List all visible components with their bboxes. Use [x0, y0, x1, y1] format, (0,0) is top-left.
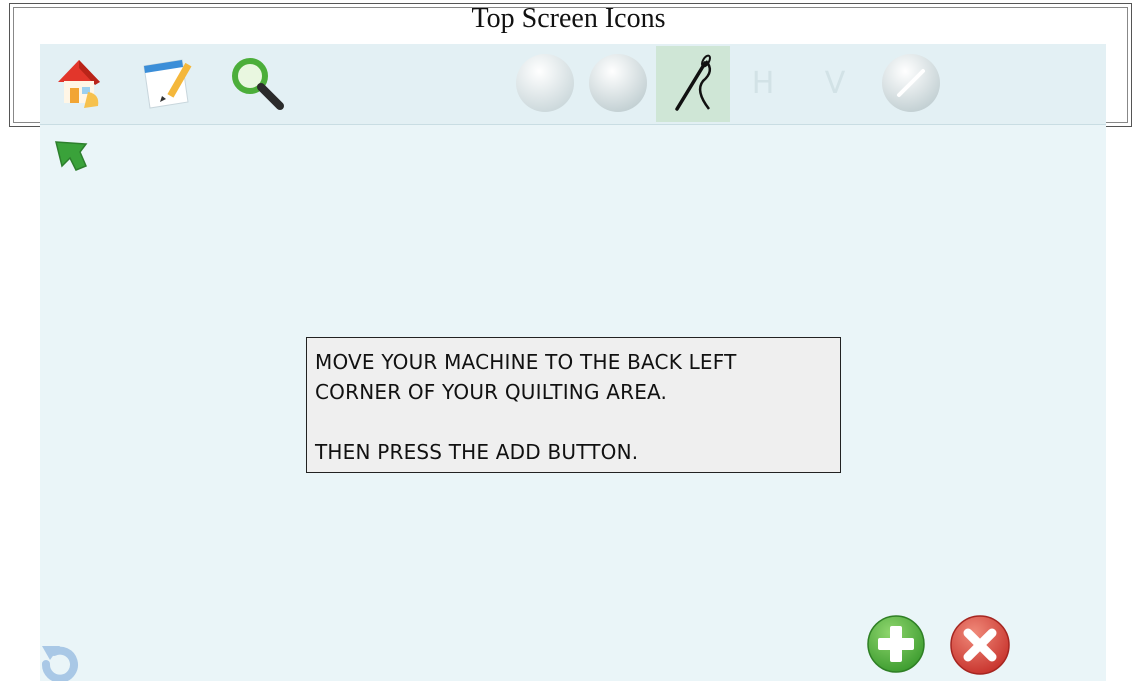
edit-button[interactable]	[134, 50, 200, 116]
notepad-pencil-icon	[143, 59, 192, 109]
home-button[interactable]	[46, 50, 112, 116]
v-label: V	[824, 65, 846, 101]
home-icon	[58, 60, 100, 108]
circle-button-icon	[516, 54, 574, 112]
undo-icon	[42, 646, 78, 681]
circle-button-2[interactable]	[585, 50, 651, 116]
top-toolbar: H V	[40, 44, 1106, 125]
app-screen: H V MOVE YOUR MACHINE TO THE BACK LEFT C…	[40, 44, 1106, 681]
arrow-up-left-icon	[55, 141, 88, 171]
instruction-line-2: CORNER OF YOUR QUILTING AREA.	[315, 380, 668, 404]
vertical-button[interactable]: V	[802, 50, 868, 116]
magnifier-icon	[232, 58, 284, 110]
annotation-title: Top Screen Icons	[471, 3, 666, 34]
search-button[interactable]	[224, 50, 290, 116]
plus-icon	[867, 615, 925, 673]
needle-button[interactable]	[656, 46, 730, 122]
horizontal-button[interactable]: H	[730, 50, 796, 116]
instruction-line-1: MOVE YOUR MACHINE TO THE BACK LEFT	[315, 350, 737, 374]
undo-button[interactable]	[40, 642, 80, 681]
needle-thread-icon	[675, 54, 712, 111]
instruction-spacer	[315, 407, 832, 437]
draw-button[interactable]	[878, 50, 944, 116]
nav-arrow-button[interactable]	[54, 140, 88, 176]
pencil-circle-icon	[882, 54, 940, 112]
add-button[interactable]	[866, 614, 926, 674]
instruction-line-3: THEN PRESS THE ADD BUTTON.	[315, 440, 639, 464]
circle-button-icon	[589, 54, 647, 112]
cancel-button[interactable]	[949, 614, 1011, 676]
x-icon	[950, 615, 1010, 675]
instruction-dialog: MOVE YOUR MACHINE TO THE BACK LEFT CORNE…	[306, 337, 841, 473]
circle-button-1[interactable]	[512, 50, 578, 116]
h-label: H	[751, 65, 775, 101]
